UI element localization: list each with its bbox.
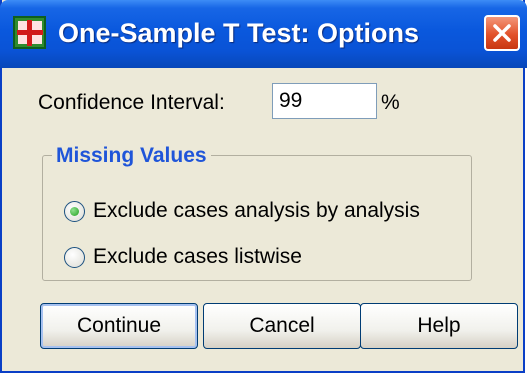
missing-values-title: Missing Values xyxy=(52,143,211,169)
radio-label: Exclude cases listwise xyxy=(93,245,302,268)
radio-button-selected[interactable] xyxy=(64,200,85,222)
confidence-interval-label: Confidence Interval: xyxy=(38,91,225,114)
close-icon xyxy=(493,24,511,42)
radio-button[interactable] xyxy=(64,246,85,268)
radio-exclude-listwise[interactable]: Exclude cases listwise xyxy=(64,242,302,272)
spss-app-icon xyxy=(13,16,46,49)
help-button[interactable]: Help xyxy=(360,303,518,349)
close-button[interactable] xyxy=(484,15,520,51)
percent-unit-label: % xyxy=(381,91,400,114)
radio-label: Exclude cases analysis by analysis xyxy=(93,199,420,222)
options-dialog: One-Sample T Test: Options Confidence In… xyxy=(0,0,527,373)
title-bar[interactable]: One-Sample T Test: Options xyxy=(0,0,527,68)
continue-button[interactable]: Continue xyxy=(40,303,198,349)
dialog-title: One-Sample T Test: Options xyxy=(58,18,420,48)
radio-exclude-analysis-by-analysis[interactable]: Exclude cases analysis by analysis xyxy=(64,196,420,226)
cancel-button[interactable]: Cancel xyxy=(203,303,361,349)
confidence-interval-input[interactable] xyxy=(272,83,377,119)
